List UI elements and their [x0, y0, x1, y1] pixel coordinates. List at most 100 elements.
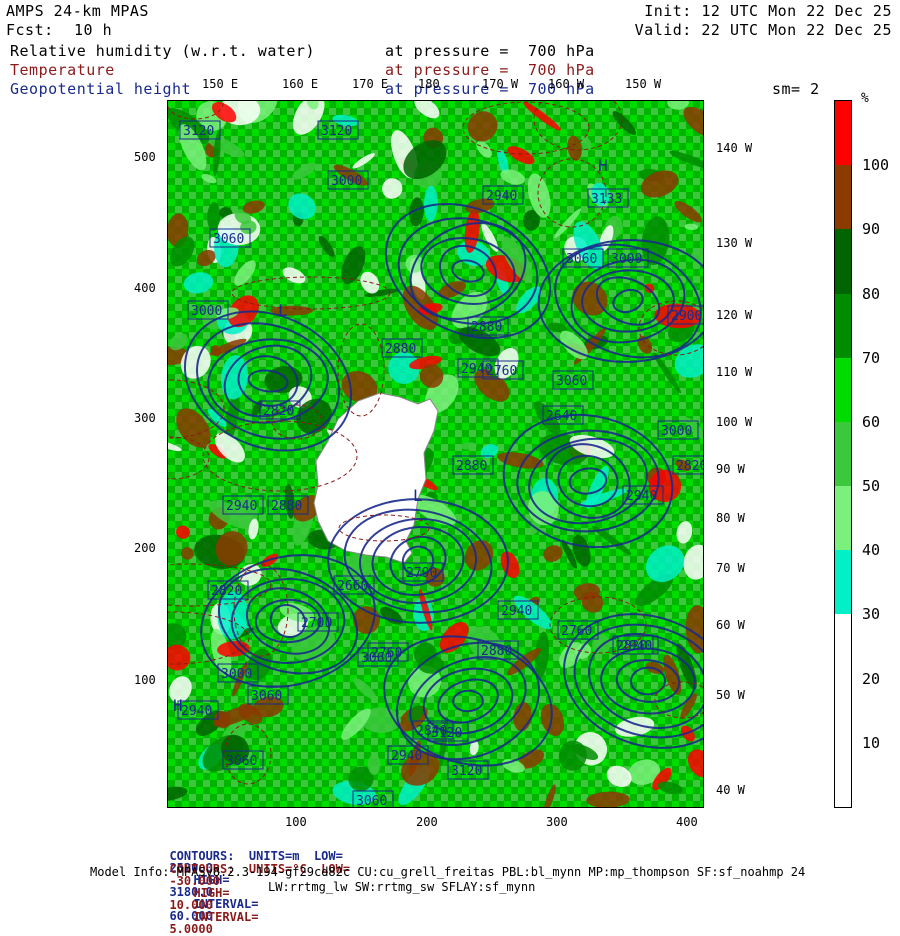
model-title: AMPS 24-km MPAS — [6, 2, 149, 20]
height-label-text: 2820 — [263, 404, 294, 419]
height-label: 2940 — [622, 485, 664, 505]
height-label: 2940 — [617, 635, 659, 655]
pressure-center-marker: L — [413, 486, 423, 505]
height-label-text: 2880 — [471, 320, 502, 335]
right-lon-label: 70 W — [716, 561, 745, 575]
footer-model-info: Model Info: MPASv8.2.3-194-gf29cd82c CU:… — [90, 865, 806, 879]
rh-patch — [367, 754, 381, 775]
height-label-text: 3133 — [591, 192, 622, 207]
height-label: 2880 — [477, 640, 519, 660]
top-lon-label: 180 — [418, 77, 440, 91]
height-label-text: 3120 — [451, 764, 482, 779]
height-label-text: 2660 — [337, 579, 368, 594]
height-label: 2820 — [207, 580, 249, 600]
colorbar-swatch — [835, 293, 851, 359]
height-label: 3133 — [587, 188, 629, 208]
height-label: 2940 — [497, 600, 539, 620]
height-label: 3120 — [179, 120, 221, 140]
height-label: 2790 — [402, 562, 444, 582]
map-panel: 3120 3120 3000 2940 3133 3060 3000 3060 2900 2880… — [167, 100, 704, 808]
y-axis-label: 400 — [134, 281, 156, 295]
y-axis-label: 200 — [134, 541, 156, 555]
height-label: 3060 — [562, 248, 604, 268]
footer-model-info-2: LW:rrtmg_lw SW:rrtmg_sw SFLAY:sf_mynn — [268, 880, 536, 894]
height-label-text: 3000 — [611, 252, 642, 267]
height-label-text: 2940 — [391, 749, 422, 764]
height-label: 2880 — [452, 455, 494, 475]
height-label: 2660 — [333, 575, 375, 595]
height-label: 2640 — [542, 405, 584, 425]
colorbar-swatch — [835, 614, 851, 680]
height-label: 2820 — [259, 400, 301, 420]
height-label-text: 3000 — [221, 667, 252, 682]
top-lon-label: 150 E — [202, 77, 239, 91]
height-label-text: 3060 — [213, 232, 244, 247]
y-axis-label: 500 — [134, 150, 156, 164]
height-label-text: 3000 — [191, 304, 222, 319]
right-lon-label: 140 W — [716, 141, 753, 155]
height-label: 3060 — [222, 750, 264, 770]
init-time: Init: 12 UTC Mon 22 Dec 25 — [644, 2, 892, 20]
right-lon-label: 80 W — [716, 511, 745, 525]
colorbar-tick-label: 90 — [862, 220, 881, 239]
right-lon-label: 100 W — [716, 415, 753, 429]
height-label-text: 2820 — [211, 584, 242, 599]
right-lon-label: 40 W — [716, 783, 745, 797]
colorbar-swatch — [835, 165, 851, 230]
height-label-text: 2760 — [561, 624, 592, 639]
x-axis-label: 400 — [676, 815, 698, 829]
height-label-text: 2820 — [676, 459, 704, 474]
rh-patch — [582, 138, 592, 151]
colorbar-tick-label: 10 — [862, 733, 881, 752]
height-label-text: 2880 — [456, 459, 487, 474]
colorbar-tick-label: 20 — [862, 669, 881, 688]
height-label-text: 3060 — [251, 689, 282, 704]
height-label: 2880 — [467, 316, 509, 336]
colorbar-swatch — [835, 742, 851, 808]
height-label-text: 2940 — [226, 499, 257, 514]
colorbar-tick-label: 30 — [862, 605, 881, 624]
footer-temp-interval: 5.0000 — [169, 922, 213, 936]
colorbar-swatch — [835, 678, 851, 744]
height-label-text: 2760 — [486, 364, 517, 379]
right-lon-label: 130 W — [716, 236, 753, 250]
height-label-text: 2640 — [546, 409, 577, 424]
top-lon-label: 150 W — [625, 77, 662, 91]
pressure-center-marker: H — [173, 696, 183, 715]
x-axis-label: 200 — [416, 815, 438, 829]
height-label-text: 2940 — [626, 489, 657, 504]
field-rh-name: Relative humidity (w.r.t. water) — [10, 42, 315, 60]
colorbar-tick-label: 100 — [862, 156, 890, 175]
height-label: 3060 — [357, 647, 399, 667]
height-label: 2940 — [222, 495, 264, 515]
colorbar-tick-label: 70 — [862, 348, 881, 367]
height-label: 2820 — [672, 455, 704, 475]
height-label-text: 2700 — [301, 616, 332, 631]
height-label-text: 2840 — [416, 724, 447, 739]
height-label: 3120 — [447, 760, 489, 780]
valid-time: Valid: 22 UTC Mon 22 Dec 25 — [634, 21, 892, 39]
height-label-text: 2900 — [671, 309, 702, 324]
height-label: 2760 — [557, 620, 599, 640]
pressure-center-marker: H — [598, 156, 608, 175]
colorbar-tick-label: 60 — [862, 412, 881, 431]
field-rh-level: at pressure = 700 hPa — [385, 42, 595, 60]
height-label: 3000 — [217, 663, 259, 683]
height-label: 2940 — [177, 700, 219, 720]
top-lon-label: 170 E — [352, 77, 389, 91]
right-lon-label: 90 W — [716, 462, 745, 476]
right-lon-label: 110 W — [716, 365, 753, 379]
height-label: 2940 — [482, 185, 524, 205]
field-temp-name: Temperature — [10, 61, 115, 79]
height-label-text: 3120 — [321, 124, 352, 139]
forecast-hour: 10 h — [74, 21, 113, 39]
colorbar-swatch — [835, 101, 851, 166]
colorbar-tick-label: 50 — [862, 477, 881, 496]
height-label: 2940 — [387, 745, 429, 765]
forecast-label: Fcst: — [6, 21, 54, 39]
colorbar — [834, 100, 852, 808]
height-label-text: 2940 — [181, 704, 212, 719]
height-label: 2880 — [381, 338, 423, 358]
height-label: 3000 — [607, 248, 649, 268]
height-label-text: 2880 — [481, 644, 512, 659]
